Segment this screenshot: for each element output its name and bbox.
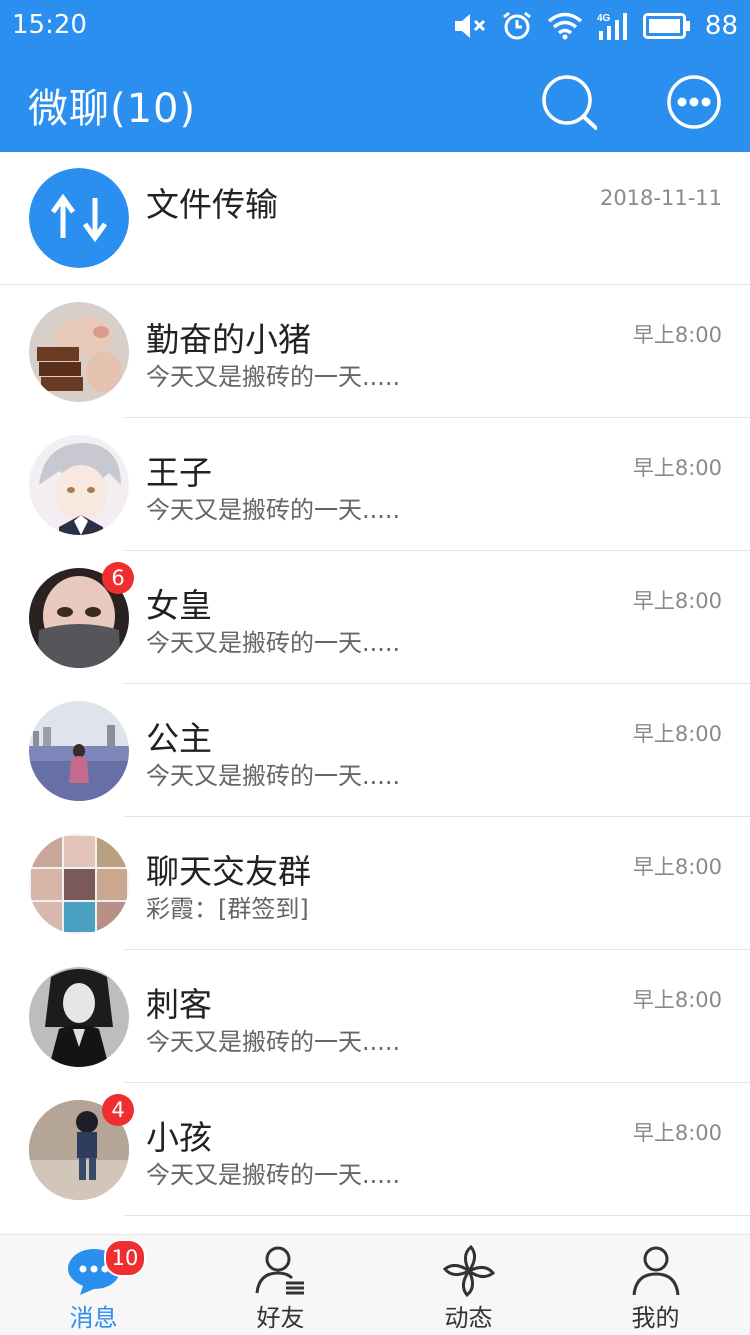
conversation-row[interactable]: 刺客 今天又是搬砖的一天..... 早上8:00: [0, 950, 750, 1083]
status-time: 15:20: [12, 10, 87, 40]
conversation-row-file-transfer[interactable]: 文件传输 2018-11-11: [0, 152, 750, 285]
conversation-preview: 今天又是搬砖的一天.....: [146, 1028, 401, 1056]
conversation-preview: 今天又是搬砖的一天.....: [146, 496, 401, 524]
conversation-name: 王子: [146, 453, 212, 492]
more-icon[interactable]: [666, 74, 722, 130]
conversation-preview: 今天又是搬砖的一天.....: [146, 1161, 401, 1189]
conversation-name: 公主: [146, 719, 212, 758]
pinwheel-icon: [442, 1245, 495, 1297]
tab-label: 好友: [256, 1304, 305, 1332]
battery-level: 88: [704, 11, 738, 41]
title-bar: 微聊(10): [0, 52, 750, 152]
status-bar: 15:20 4G 88: [0, 0, 750, 52]
conversation-name: 小孩: [146, 1118, 212, 1157]
conversation-name: 女皇: [146, 586, 212, 625]
conversation-list: 文件传输 2018-11-11 勤奋的小猪 今天又是搬砖的一天..... 早上8…: [0, 152, 750, 1216]
conversation-time: 早上8:00: [632, 722, 722, 746]
tab-moments[interactable]: 动态: [375, 1235, 562, 1335]
tab-unread-badge: 10: [104, 1239, 146, 1277]
conversation-time: 2018-11-11: [599, 186, 722, 210]
bw-girl-photo-avatar: [29, 967, 129, 1067]
conversation-row[interactable]: 勤奋的小猪 今天又是搬砖的一天..... 早上8:00: [0, 285, 750, 418]
search-icon[interactable]: [541, 74, 597, 130]
battery-icon: [642, 13, 690, 39]
conversation-row[interactable]: 王子 今天又是搬砖的一天..... 早上8:00: [0, 418, 750, 551]
conversation-time: 早上8:00: [632, 1121, 722, 1145]
alarm-icon: [502, 11, 531, 40]
anime-boy-photo-avatar: [29, 435, 129, 535]
conversation-name: 刺客: [146, 985, 212, 1024]
row-divider: [124, 1215, 750, 1216]
pig-photo-avatar: [29, 302, 129, 402]
wifi-icon: [547, 12, 583, 40]
tab-friends[interactable]: 好友: [187, 1235, 374, 1335]
conversation-name: 聊天交友群: [146, 852, 311, 891]
conversation-row[interactable]: 4 小孩 今天又是搬砖的一天..... 早上8:00: [0, 1083, 750, 1216]
page-title: 微聊(10): [28, 86, 197, 132]
conversation-name: 勤奋的小猪: [146, 320, 311, 359]
conversation-row[interactable]: 6 女皇 今天又是搬砖的一天..... 早上8:00: [0, 551, 750, 684]
tab-label: 我的: [631, 1304, 680, 1332]
status-icons: 4G 88: [453, 8, 738, 44]
conversation-row[interactable]: 公主 今天又是搬砖的一天..... 早上8:00: [0, 684, 750, 817]
svg-text:4G: 4G: [597, 13, 611, 24]
pool-girl-photo-avatar: [29, 701, 129, 801]
mute-icon: [454, 14, 485, 38]
conversation-time: 早上8:00: [632, 456, 722, 480]
tab-label: 动态: [444, 1304, 493, 1332]
tab-label: 消息: [69, 1304, 118, 1332]
signal-4g-icon: 4G: [597, 13, 627, 40]
conversation-time: 早上8:00: [632, 589, 722, 613]
conversation-preview: 今天又是搬砖的一天.....: [146, 629, 401, 657]
conversation-time: 早上8:00: [632, 988, 722, 1012]
conversation-time: 早上8:00: [632, 855, 722, 879]
conversation-time: 早上8:00: [632, 323, 722, 347]
conversation-row[interactable]: 聊天交友群 彩霞：[群签到] 早上8:00: [0, 817, 750, 950]
unread-badge: 6: [102, 562, 134, 594]
conversation-preview: 今天又是搬砖的一天.....: [146, 363, 401, 391]
tab-messages[interactable]: 10 消息: [0, 1235, 187, 1335]
conversation-name: 文件传输: [146, 185, 278, 224]
bottom-tab-bar: 10 消息 好友 动态 我的: [0, 1234, 750, 1335]
conversation-preview: 今天又是搬砖的一天.....: [146, 762, 401, 790]
file-transfer-icon: [29, 168, 129, 268]
unread-badge: 4: [102, 1094, 134, 1126]
conversation-preview: 彩霞：[群签到]: [146, 895, 309, 923]
group-grid-photo-avatar: [29, 834, 129, 934]
profile-icon: [632, 1246, 679, 1296]
tab-profile[interactable]: 我的: [562, 1235, 749, 1335]
friends-icon: [255, 1246, 304, 1295]
